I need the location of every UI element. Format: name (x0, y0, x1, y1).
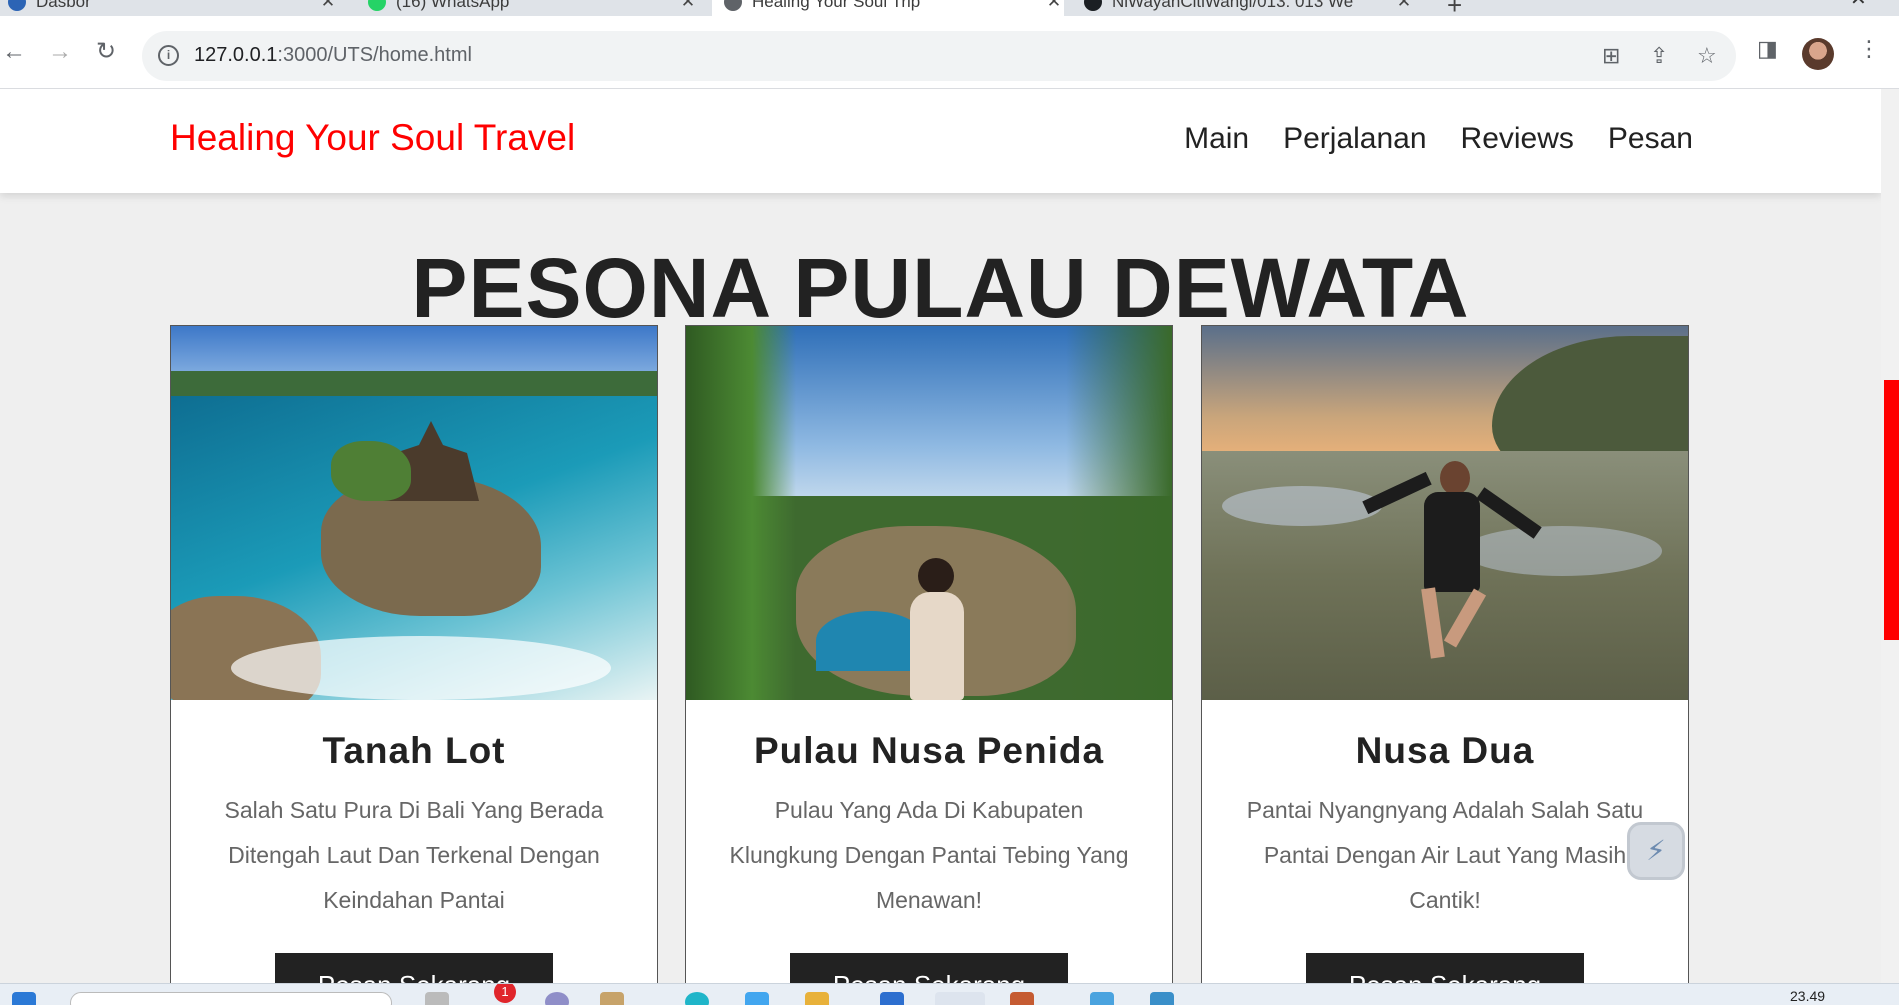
tab-whatsapp[interactable]: (16) WhatsApp ✕ (368, 0, 698, 16)
taskbar-search-box[interactable] (70, 992, 392, 1005)
main-nav: Main Perjalanan Reviews Pesan (1184, 122, 1693, 156)
floating-extension-icon[interactable]: ⚡ (1627, 822, 1685, 880)
edge-icon[interactable] (685, 992, 709, 1005)
powerpoint-icon[interactable] (1010, 992, 1034, 1005)
tab-github[interactable]: NiWayanCitiWangi/013: 013 We ✕ (1084, 0, 1414, 16)
nav-pesan[interactable]: Pesan (1608, 122, 1693, 156)
forward-arrow-icon[interactable]: → (48, 40, 72, 64)
close-tab-icon[interactable]: ✕ (318, 0, 338, 12)
side-panel-icon[interactable]: ◨ (1757, 36, 1778, 62)
nav-main[interactable]: Main (1184, 122, 1249, 156)
file-explorer-icon[interactable] (805, 992, 829, 1005)
share-icon[interactable]: ⇪ (1650, 43, 1668, 69)
card-description: Salah Satu Pura Di Bali Yang Berada Dite… (224, 797, 604, 913)
site-header: Healing Your Soul Travel Main Perjalanan… (0, 89, 1881, 193)
reload-icon[interactable]: ↻ (96, 40, 116, 64)
site-logo[interactable]: Healing Your Soul Travel (170, 117, 575, 159)
destination-card-nusa-dua: Nusa Dua Pantai Nyangnyang Adalah Salah … (1201, 325, 1689, 983)
close-window-icon[interactable]: ✕ (1850, 0, 1867, 11)
menu-kebab-icon[interactable]: ⋮ (1858, 36, 1880, 62)
new-tab-button[interactable]: + (1447, 0, 1462, 16)
close-tab-icon[interactable]: ✕ (1394, 0, 1414, 12)
chrome-taskbar-icon[interactable] (935, 992, 985, 1005)
bookmark-star-icon[interactable]: ☆ (1697, 43, 1717, 69)
scrollbar-thumb[interactable] (1884, 380, 1899, 640)
pesan-sekarang-button[interactable]: Pesan Sekarang (1306, 953, 1584, 983)
minimize-icon[interactable]: – (1785, 0, 1796, 9)
card-description: Pulau Yang Ada Di Kabupaten Klungkung De… (729, 797, 1129, 913)
start-menu-icon[interactable] (12, 992, 36, 1005)
profile-avatar[interactable] (1802, 38, 1834, 70)
notification-badge: 1 (494, 984, 516, 1003)
taskbar-clock[interactable]: 23.49 (1790, 988, 1825, 1004)
tab-healing-your-soul[interactable]: Healing Your Soul Trip ✕ (712, 0, 1064, 16)
site-info-icon[interactable]: i (158, 45, 179, 66)
card-title: Pulau Nusa Penida (753, 730, 1105, 771)
github-favicon-icon (1084, 0, 1102, 11)
teams-icon[interactable] (545, 992, 569, 1005)
dasbor-favicon-icon (8, 0, 26, 11)
tab-dasbor[interactable]: Dasbor ✕ (8, 0, 338, 16)
nusa-dua-photo (1202, 326, 1688, 700)
destination-card-nusa-penida: Pulau Nusa Penida Pulau Yang Ada Di Kabu… (685, 325, 1173, 983)
address-bar[interactable]: i 127.0.0.1:3000/UTS/home.html ⊞ ⇪ ☆ (142, 31, 1736, 81)
whatsapp-favicon-icon (368, 0, 386, 11)
pesan-sekarang-button[interactable]: Pesan Sekarang (275, 953, 553, 983)
page-headline: PESONA PULAU DEWATA (411, 241, 1470, 336)
card-title: Nusa Dua (1355, 730, 1535, 771)
close-tab-icon[interactable]: ✕ (1044, 0, 1064, 12)
nusa-penida-photo (686, 326, 1172, 700)
url-text[interactable]: 127.0.0.1:3000/UTS/home.html (194, 44, 472, 67)
os-taskbar: 1 23.49 (0, 983, 1899, 1005)
browser-tab-strip: Dasbor ✕ (16) WhatsApp ✕ Healing Your So… (0, 0, 1899, 16)
close-tab-icon[interactable]: ✕ (678, 0, 698, 12)
task-view-icon[interactable] (425, 992, 449, 1005)
nav-reviews[interactable]: Reviews (1461, 122, 1574, 156)
app-icon[interactable] (1090, 992, 1114, 1005)
widgets-icon[interactable] (600, 992, 624, 1005)
destination-card-tanah-lot: Tanah Lot Salah Satu Pura Di Bali Yang B… (170, 325, 658, 983)
vscode-icon[interactable] (880, 992, 904, 1005)
globe-favicon-icon (724, 0, 742, 11)
store-icon[interactable] (745, 992, 769, 1005)
browser-toolbar: ← → ↻ i 127.0.0.1:3000/UTS/home.html ⊞ ⇪… (0, 16, 1899, 89)
translate-icon[interactable]: ⊞ (1602, 43, 1620, 69)
card-description: Pantai Nyangnyang Adalah Salah Satu Pant… (1246, 797, 1644, 913)
tanah-lot-photo (171, 326, 657, 700)
pesan-sekarang-button[interactable]: Pesan Sekarang (790, 953, 1068, 983)
back-arrow-icon[interactable]: ← (2, 40, 26, 64)
nav-perjalanan[interactable]: Perjalanan (1283, 122, 1426, 156)
app-icon[interactable] (1150, 992, 1174, 1005)
card-title: Tanah Lot (322, 730, 506, 771)
page-viewport: Healing Your Soul Travel Main Perjalanan… (0, 89, 1881, 983)
